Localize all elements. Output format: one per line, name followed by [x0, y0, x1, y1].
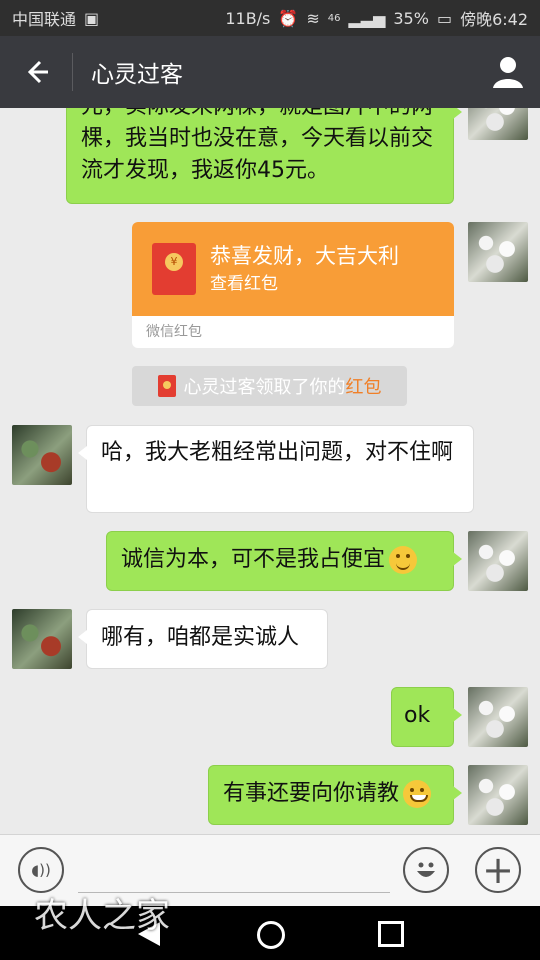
- emoji-icon[interactable]: [403, 847, 449, 893]
- red-packet-subtitle: 查看红包: [210, 274, 278, 294]
- wifi-icon: ≋: [306, 8, 320, 28]
- plus-icon[interactable]: +: [475, 847, 521, 893]
- notice-text: 心灵过客领取了你的: [183, 377, 346, 398]
- nav-recent-icon[interactable]: [378, 921, 404, 947]
- red-packet-card[interactable]: 恭喜发财，大吉大利 查看红包 微信红包: [132, 222, 454, 348]
- alarm-icon: ⏰: [278, 8, 299, 28]
- sent-message[interactable]: ok: [391, 687, 462, 747]
- chat-area[interactable]: 元，实际发来两棵，就是图片中的两棵，我当时也没在意，今天看以前交流才发现，我返你…: [0, 108, 540, 834]
- signal-label: 46: [327, 12, 341, 24]
- network-speed: 11B/s: [225, 8, 271, 28]
- sent-message[interactable]: 元，实际发来两棵，就是图片中的两棵，我当时也没在意，今天看以前交流才发现，我返你…: [66, 108, 462, 204]
- chat-header: 心灵过客: [0, 36, 540, 108]
- person-icon[interactable]: [476, 36, 540, 108]
- sim-icon: ▣: [84, 8, 100, 28]
- header-divider: [72, 53, 73, 91]
- sent-message-text: 诚信为本，可不是我占便宜: [121, 547, 386, 572]
- red-packet-footer: 微信红包: [146, 324, 202, 340]
- my-avatar[interactable]: [468, 531, 528, 591]
- chat-title: 心灵过客: [91, 62, 183, 88]
- received-message[interactable]: 哈，我大老粗经常出问题，对不住啊: [78, 425, 474, 513]
- status-bar: 中国联通 ▣ 11B/s ⏰ ≋ 46 ▂▃▅ 35% ▭ 傍晚6:42: [0, 0, 540, 36]
- signal-icon: ▂▃▅: [348, 8, 386, 28]
- voice-icon[interactable]: ◖)): [18, 847, 64, 893]
- system-notice: 心灵过客领取了你的 红包: [132, 366, 407, 406]
- carrier: 中国联通: [12, 10, 77, 29]
- red-packet-title: 恭喜发财，大吉大利: [210, 244, 399, 268]
- my-avatar[interactable]: [468, 108, 528, 140]
- my-avatar[interactable]: [468, 687, 528, 747]
- red-packet-texts: 恭喜发财，大吉大利 查看红包: [210, 241, 399, 297]
- red-packet-icon: [157, 375, 176, 397]
- sent-message-text: 有事还要向你请教: [223, 781, 400, 806]
- sent-message[interactable]: 诚信为本，可不是我占便宜: [106, 531, 462, 591]
- received-message[interactable]: 哪有，咱都是实诚人: [78, 609, 328, 669]
- smile-emoji-icon: [389, 546, 418, 574]
- red-envelope-icon: [152, 243, 196, 295]
- battery-percent: 35%: [393, 8, 429, 28]
- back-arrow-icon[interactable]: [0, 36, 72, 108]
- my-avatar[interactable]: [468, 222, 528, 282]
- notice-link[interactable]: 红包: [346, 373, 382, 399]
- grin-emoji-icon: [403, 780, 432, 808]
- friend-avatar[interactable]: [12, 609, 72, 669]
- nav-home-icon[interactable]: [257, 921, 285, 949]
- red-packet-top: 恭喜发财，大吉大利 查看红包: [132, 222, 454, 316]
- watermark: 农人之家: [34, 896, 170, 936]
- sent-message[interactable]: 有事还要向你请教: [208, 765, 462, 825]
- my-avatar[interactable]: [468, 765, 528, 825]
- clock: 傍晚6:42: [460, 10, 528, 29]
- battery-icon: ▭: [436, 8, 453, 28]
- friend-avatar[interactable]: [12, 425, 72, 485]
